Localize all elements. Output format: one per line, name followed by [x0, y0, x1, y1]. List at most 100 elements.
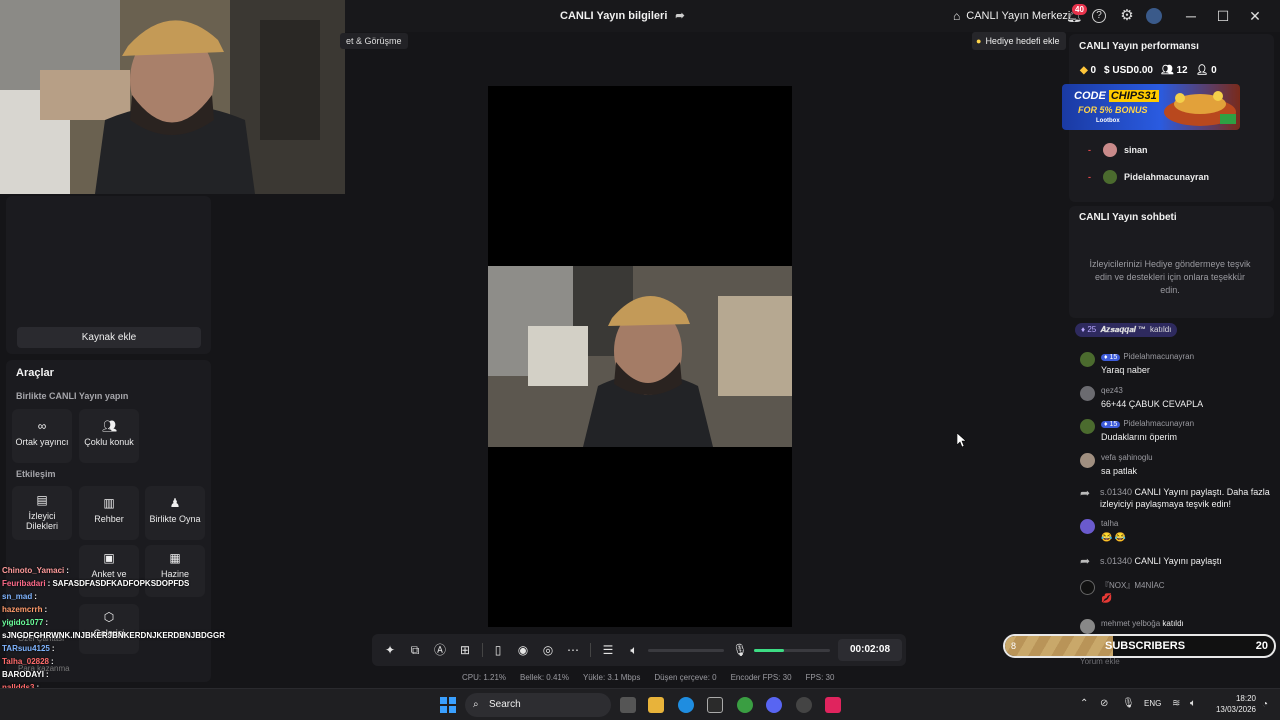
speaker-icon[interactable]: 🔈︎	[626, 642, 642, 658]
task-view-icon[interactable]	[620, 697, 636, 713]
lightbulb-icon: ●	[976, 36, 982, 46]
edge-icon[interactable]	[678, 697, 694, 713]
overlay-chat-line: BARODAYI:	[2, 670, 49, 679]
overlay-chat-text: :	[44, 605, 48, 614]
promo-banner[interactable]: CODE CHIPS31 FOR 5% BONUS Lootbox	[1062, 84, 1240, 130]
overlay-chat-text: :	[51, 644, 55, 653]
taskbar-search[interactable]: ⌕ Search	[465, 693, 611, 717]
discord-icon[interactable]	[766, 697, 782, 713]
overlay-chat-line: sn_mad:	[2, 592, 37, 601]
record-icon[interactable]: ◉	[515, 642, 531, 658]
join-action: katıldı	[1150, 325, 1172, 334]
webcam-overlay	[0, 0, 345, 194]
screenshot-icon[interactable]: ◎	[540, 642, 556, 658]
tool-gallery[interactable]: ⬡ Galerisi	[79, 604, 139, 654]
memory-stat: Bellek: 0.41%	[520, 673, 569, 682]
preview-camera-feed	[488, 266, 792, 447]
tool-co-host[interactable]: ∞ Ortak yayıncı	[12, 409, 72, 463]
microphone-icon[interactable]: 🎙︎	[732, 642, 748, 658]
volume-icon[interactable]: 🔈︎	[1190, 698, 1196, 709]
ai-icon[interactable]: Ⓐ	[432, 642, 448, 658]
add-gift-goal-button[interactable]: ● Hediye hedefi ekle	[972, 32, 1066, 50]
notification-center-icon[interactable]: ◔	[1262, 699, 1268, 710]
link-icon: ∞	[37, 419, 47, 433]
portrait-mode-icon[interactable]: ▯	[490, 642, 506, 658]
section-interaction-label: Etkileşim	[16, 469, 56, 479]
tool-label: Birlikte Oyna	[149, 514, 201, 524]
level-badge: ♦ 15	[1101, 421, 1121, 428]
overlay-chat-line: Feuribadari: SAFASDFASDFKADFOPKSDOPFDS	[2, 579, 189, 588]
tool-label: İzleyici Dilekleri	[25, 511, 58, 531]
language-indicator[interactable]: ENG	[1144, 699, 1161, 708]
promo-graphic	[1164, 91, 1236, 126]
level-badge: ♦ 25	[1081, 325, 1097, 334]
mic-level-meter[interactable]	[754, 649, 830, 652]
avatar[interactable]	[1146, 8, 1162, 24]
wifi-icon[interactable]: ≋	[1172, 698, 1180, 709]
live-center-label: CANLI Yayın Merkezi	[966, 10, 1071, 22]
gear-icon[interactable]: ⚙	[1119, 8, 1135, 24]
top-gifter-row[interactable]: - sinan	[1088, 143, 1148, 157]
live-center-button[interactable]: ⌂ CANLI Yayın Merkezi	[953, 9, 1070, 23]
more-icon[interactable]: ⋯	[565, 642, 581, 658]
diamond-stat: ◆ 0	[1080, 65, 1096, 76]
close-icon[interactable]: ✕	[1245, 6, 1265, 26]
file-explorer-icon[interactable]	[648, 697, 664, 713]
settings-sliders-icon[interactable]: ☰	[600, 642, 616, 658]
earnings-stat: $ USD0.00	[1104, 65, 1153, 76]
tools-title: Araçlar	[16, 367, 54, 379]
join-user: 𝑨𝒛𝒔𝒂𝒒𝒒𝒂𝒍 ™	[1100, 325, 1147, 334]
microphone-tray-icon[interactable]: 🎙︎	[1122, 698, 1135, 709]
taskbar: ⌕ Search ⌃ ⊘ 🎙︎ ENG ≋ 🔈︎ 18:20 13/03/202…	[0, 688, 1280, 720]
followers-count: 0	[1211, 65, 1217, 76]
tool-poll[interactable]: ▣ Anket ve	[79, 545, 139, 597]
effects-icon[interactable]: ⧉	[407, 642, 423, 658]
tool-guide[interactable]: ▥ Rehber	[79, 486, 139, 540]
join-action: katıldı	[1162, 619, 1184, 628]
people-icon: 👥︎	[102, 419, 118, 433]
taskbar-clock[interactable]: 18:20 13/03/2026	[1206, 693, 1256, 715]
window-title[interactable]: CANLI Yayın bilgileri ➦	[560, 9, 740, 23]
volume-slider[interactable]	[648, 649, 724, 652]
add-scene-icon[interactable]: ⊞	[457, 642, 473, 658]
minimize-icon[interactable]: ─	[1181, 6, 1201, 26]
chrome-icon[interactable]	[737, 697, 753, 713]
join-text: mehmet yelboğa katıldı	[1101, 619, 1184, 628]
tool-play-together[interactable]: ♟ Birlikte Oyna	[145, 486, 205, 540]
tiktok-live-icon[interactable]	[825, 697, 841, 713]
gallery-icon: ⬡	[103, 610, 115, 624]
gifter-name: Pidelahmacunayran	[1124, 172, 1210, 182]
rank-dash: -	[1088, 172, 1091, 182]
help-icon[interactable]: ?	[1092, 9, 1106, 23]
overlay-chat-line: yigido1077:	[2, 618, 48, 627]
topic-chip[interactable]: et & Görüşme	[340, 33, 408, 49]
tool-treasure[interactable]: ▦ Hazine	[145, 545, 205, 597]
share-icon[interactable]: ➦	[675, 9, 684, 22]
section-together-label: Birlikte CANLI Yayın yapın	[16, 391, 129, 401]
subscribers-label: SUBSCRIBERS	[1105, 640, 1186, 652]
maximize-icon[interactable]: ☐	[1213, 6, 1233, 26]
chevron-up-icon[interactable]: ⌃	[1080, 698, 1088, 709]
tool-multi-guest[interactable]: 👥︎ Çoklu konuk	[79, 409, 139, 463]
tool-label: Çoklu konuk	[84, 437, 134, 447]
dropped-frames-stat: Düşen çerçeve: 0	[654, 673, 717, 682]
windows-start-icon[interactable]	[440, 697, 456, 713]
avatar	[1080, 619, 1095, 634]
network-off-icon[interactable]: ⊘	[1100, 698, 1108, 709]
chat-username: talha	[1101, 519, 1119, 528]
top-gifter-row[interactable]: - Pidelahmacunayran	[1088, 170, 1209, 184]
avatar	[1080, 580, 1095, 595]
search-icon: ⌕	[473, 699, 479, 710]
subscribers-goal-fill	[1005, 636, 1113, 656]
overlay-chat-text: :	[45, 618, 49, 627]
tool-label: Ortak yayıncı	[15, 437, 69, 447]
overlay-chat-name: Chinoto_Yamaci	[2, 566, 65, 575]
chat-username: qez43	[1101, 386, 1123, 395]
mic-level-fill	[754, 649, 785, 652]
store-icon[interactable]	[707, 697, 723, 713]
magic-wand-icon[interactable]: ✦	[382, 642, 398, 658]
promo-code: CHIPS31	[1108, 90, 1159, 102]
add-source-button[interactable]: Kaynak ekle	[17, 327, 201, 348]
steam-icon[interactable]	[796, 697, 812, 713]
tool-viewer-wishes[interactable]: ▤ İzleyici Dilekleri	[12, 486, 72, 540]
